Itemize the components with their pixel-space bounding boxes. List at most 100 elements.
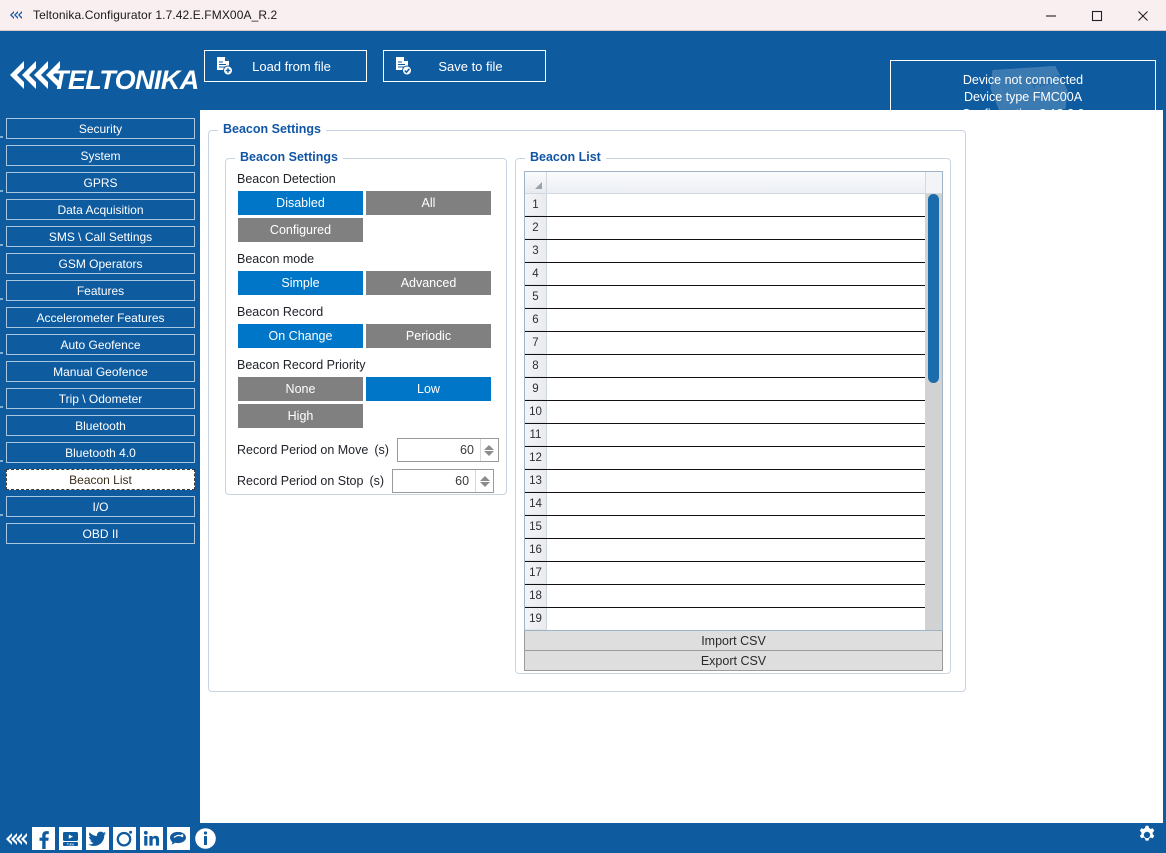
- beacon-record-priority-option-none[interactable]: None: [237, 376, 364, 402]
- record-period-on-move-arrows[interactable]: [479, 439, 498, 461]
- chevron-down-icon[interactable]: [484, 450, 495, 456]
- row-number[interactable]: 1: [525, 194, 547, 216]
- forum-chat-icon[interactable]: [167, 826, 190, 850]
- beacon-id-cell[interactable]: [547, 447, 925, 469]
- table-row[interactable]: 9: [525, 378, 925, 401]
- beacon-id-cell[interactable]: [547, 309, 925, 331]
- row-number[interactable]: 12: [525, 447, 547, 469]
- beacon-id-cell[interactable]: [547, 355, 925, 377]
- beacon-id-cell[interactable]: [547, 539, 925, 561]
- row-number[interactable]: 3: [525, 240, 547, 262]
- settings-button[interactable]: [1134, 824, 1160, 850]
- beacon-id-cell[interactable]: [547, 378, 925, 400]
- select-all-corner-icon[interactable]: [525, 172, 547, 193]
- beacon-id-cell[interactable]: [547, 585, 925, 607]
- save-to-file-button[interactable]: Save to file: [383, 50, 546, 82]
- beacon-id-cell[interactable]: [547, 332, 925, 354]
- record-period-on-move-input[interactable]: [397, 439, 480, 461]
- beacon-record-option-periodic[interactable]: Periodic: [365, 323, 492, 349]
- beacon-mode-option-simple[interactable]: Simple: [237, 270, 364, 296]
- row-number[interactable]: 15: [525, 516, 547, 538]
- table-row[interactable]: 13: [525, 470, 925, 493]
- table-row[interactable]: 4: [525, 263, 925, 286]
- row-number[interactable]: 8: [525, 355, 547, 377]
- instagram-icon[interactable]: [113, 826, 136, 850]
- table-row[interactable]: 8: [525, 355, 925, 378]
- sidebar-item-accelerometer-features[interactable]: Accelerometer Features: [6, 307, 195, 328]
- sidebar-item-sms-call-settings[interactable]: SMS \ Call Settings: [6, 226, 195, 247]
- beacon-record-priority-option-high[interactable]: High: [237, 403, 364, 429]
- export-csv-button[interactable]: Export CSV: [524, 651, 943, 671]
- teltonika-logo-icon[interactable]: [5, 827, 28, 850]
- chevron-up-icon[interactable]: [484, 444, 495, 450]
- table-row[interactable]: 10: [525, 401, 925, 424]
- row-number[interactable]: 19: [525, 608, 547, 630]
- sidebar-item-security[interactable]: Security: [6, 118, 195, 139]
- row-number[interactable]: 5: [525, 286, 547, 308]
- table-row[interactable]: 17: [525, 562, 925, 585]
- minimize-icon[interactable]: [1028, 0, 1074, 31]
- table-row[interactable]: 16: [525, 539, 925, 562]
- table-row[interactable]: 1: [525, 194, 925, 217]
- load-from-file-button[interactable]: Load from file: [204, 50, 367, 82]
- table-row[interactable]: 6: [525, 309, 925, 332]
- beacon-id-cell[interactable]: [547, 263, 925, 285]
- row-number[interactable]: 17: [525, 562, 547, 584]
- row-number[interactable]: 18: [525, 585, 547, 607]
- beacon-id-cell[interactable]: [547, 608, 925, 630]
- beacon-id-cell[interactable]: [547, 286, 925, 308]
- linkedin-icon[interactable]: [140, 826, 163, 850]
- twitter-icon[interactable]: [86, 826, 109, 850]
- table-row[interactable]: 7: [525, 332, 925, 355]
- import-csv-button[interactable]: Import CSV: [524, 631, 943, 651]
- beacon-detection-option-all[interactable]: All: [365, 190, 492, 216]
- row-number[interactable]: 9: [525, 378, 547, 400]
- table-row[interactable]: 11: [525, 424, 925, 447]
- table-row[interactable]: 2: [525, 217, 925, 240]
- beacon-id-cell[interactable]: [547, 424, 925, 446]
- chevron-down-icon[interactable]: [479, 481, 490, 487]
- row-number[interactable]: 6: [525, 309, 547, 331]
- close-icon[interactable]: [1120, 0, 1166, 31]
- row-number[interactable]: 10: [525, 401, 547, 423]
- row-number[interactable]: 11: [525, 424, 547, 446]
- record-period-on-stop-input[interactable]: [393, 470, 476, 492]
- sidebar-item-data-acquisition[interactable]: Data Acquisition: [6, 199, 195, 220]
- record-period-on-stop-stepper[interactable]: [392, 469, 495, 493]
- beacon-id-cell[interactable]: [547, 401, 925, 423]
- sidebar-item-auto-geofence[interactable]: Auto Geofence: [6, 334, 195, 355]
- table-row[interactable]: 5: [525, 286, 925, 309]
- beacon-id-cell[interactable]: [547, 562, 925, 584]
- youtube-icon[interactable]: Tube: [59, 826, 82, 850]
- info-icon[interactable]: [194, 827, 217, 850]
- facebook-icon[interactable]: [32, 826, 55, 850]
- row-number[interactable]: 13: [525, 470, 547, 492]
- table-row[interactable]: 12: [525, 447, 925, 470]
- table-row[interactable]: 14: [525, 493, 925, 516]
- sidebar-item-bluetooth[interactable]: Bluetooth: [6, 415, 195, 436]
- sidebar-item-i-o[interactable]: I/O: [6, 496, 195, 517]
- beacon-record-option-on-change[interactable]: On Change: [237, 323, 364, 349]
- sidebar-item-gsm-operators[interactable]: GSM Operators: [6, 253, 195, 274]
- sidebar-item-system[interactable]: System: [6, 145, 195, 166]
- record-period-on-move-stepper[interactable]: [396, 438, 499, 462]
- beacon-mode-option-advanced[interactable]: Advanced: [365, 270, 492, 296]
- scrollbar-thumb[interactable]: [928, 194, 939, 383]
- sidebar-item-manual-geofence[interactable]: Manual Geofence: [6, 361, 195, 382]
- grid-column-header[interactable]: [547, 172, 925, 193]
- beacon-detection-option-configured[interactable]: Configured: [237, 217, 364, 243]
- maximize-icon[interactable]: [1074, 0, 1120, 31]
- sidebar-item-beacon-list[interactable]: Beacon List: [6, 469, 195, 490]
- row-number[interactable]: 14: [525, 493, 547, 515]
- beacon-id-cell[interactable]: [547, 240, 925, 262]
- beacon-id-cell[interactable]: [547, 493, 925, 515]
- grid-vertical-scrollbar[interactable]: [925, 194, 942, 630]
- row-number[interactable]: 16: [525, 539, 547, 561]
- sidebar-item-trip-odometer[interactable]: Trip \ Odometer: [6, 388, 195, 409]
- beacon-record-priority-option-low[interactable]: Low: [365, 376, 492, 402]
- row-number[interactable]: 4: [525, 263, 547, 285]
- row-number[interactable]: 7: [525, 332, 547, 354]
- table-row[interactable]: 19: [525, 608, 925, 630]
- sidebar-item-gprs[interactable]: GPRS: [6, 172, 195, 193]
- table-row[interactable]: 3: [525, 240, 925, 263]
